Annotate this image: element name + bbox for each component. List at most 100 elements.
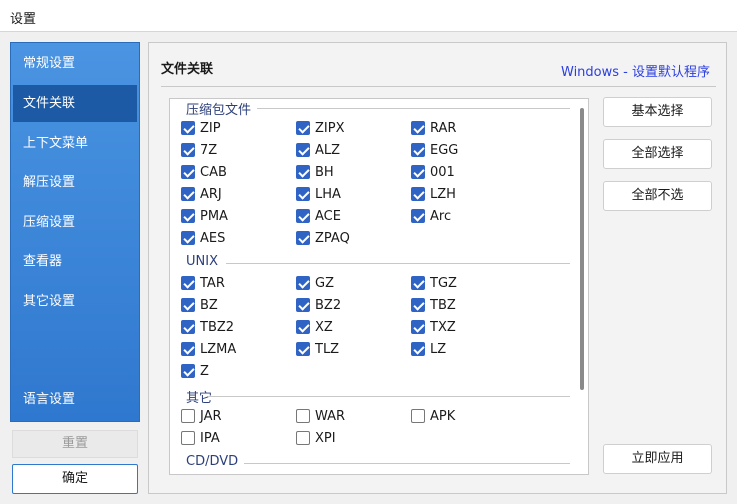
checkbox-checked-icon[interactable]: [181, 364, 195, 378]
checkbox-tbz[interactable]: TBZ: [411, 296, 456, 314]
group-divider: [208, 396, 570, 397]
checkbox-checked-icon[interactable]: [181, 276, 195, 290]
select-none-button[interactable]: 全部不选: [603, 181, 712, 211]
checkbox-bh[interactable]: BH: [296, 163, 334, 181]
checkbox-checked-icon[interactable]: [296, 121, 310, 135]
checkbox-pma[interactable]: PMA: [181, 207, 228, 225]
checkbox-xpi[interactable]: XPI: [296, 429, 336, 447]
checkbox-zip[interactable]: ZIP: [181, 119, 221, 137]
basic-select-button[interactable]: 基本选择: [603, 97, 712, 127]
checkbox-checked-icon[interactable]: [411, 187, 425, 201]
checkbox-label: 7Z: [200, 142, 218, 158]
scrollbar[interactable]: [576, 99, 588, 474]
sidebar-item-viewer[interactable]: 查看器: [13, 243, 137, 280]
checkbox-001[interactable]: 001: [411, 163, 455, 181]
sidebar-item-compress[interactable]: 压缩设置: [13, 204, 137, 241]
checkbox-label: Arc: [430, 208, 452, 224]
checkbox-checked-icon[interactable]: [411, 121, 425, 135]
checkbox-rar[interactable]: RAR: [411, 119, 456, 137]
checkbox-label: GZ: [315, 275, 334, 291]
checkbox-jar[interactable]: JAR: [181, 407, 222, 425]
sidebar-item-context-menu[interactable]: 上下文菜单: [13, 125, 137, 162]
reset-button[interactable]: 重置: [12, 430, 138, 458]
checkbox-lz[interactable]: LZ: [411, 340, 446, 358]
checkbox-label: TBZ2: [200, 319, 235, 335]
checkbox-7z[interactable]: 7Z: [181, 141, 217, 159]
checkbox-unchecked-icon[interactable]: [296, 409, 310, 423]
checkbox-checked-icon[interactable]: [181, 342, 195, 356]
checkbox-checked-icon[interactable]: [296, 187, 310, 201]
checkbox-cab[interactable]: CAB: [181, 163, 227, 181]
apply-now-button[interactable]: 立即应用: [603, 444, 712, 474]
checkbox-lzh[interactable]: LZH: [411, 185, 456, 203]
sidebar-item-other[interactable]: 其它设置: [13, 283, 137, 320]
checkbox-checked-icon[interactable]: [296, 209, 310, 223]
checkbox-war[interactable]: WAR: [296, 407, 345, 425]
ok-button[interactable]: 确定: [12, 464, 138, 494]
checkbox-aes[interactable]: AES: [181, 229, 225, 247]
checkbox-alz[interactable]: ALZ: [296, 141, 340, 159]
checkbox-checked-icon[interactable]: [296, 231, 310, 245]
checkbox-checked-icon[interactable]: [181, 143, 195, 157]
checkbox-lzma[interactable]: LZMA: [181, 340, 236, 358]
checkbox-arc[interactable]: Arc: [411, 207, 451, 225]
checkbox-unchecked-icon[interactable]: [411, 409, 425, 423]
section-title: 文件关联: [161, 62, 214, 77]
checkbox-z[interactable]: Z: [181, 362, 209, 380]
checkbox-checked-icon[interactable]: [296, 342, 310, 356]
checkbox-checked-icon[interactable]: [411, 320, 425, 334]
checkbox-zpaq[interactable]: ZPAQ: [296, 229, 350, 247]
checkbox-tlz[interactable]: TLZ: [296, 340, 339, 358]
scroll-thumb[interactable]: [580, 108, 584, 390]
checkbox-lha[interactable]: LHA: [296, 185, 341, 203]
checkbox-txz[interactable]: TXZ: [411, 318, 456, 336]
checkbox-label: 001: [430, 164, 455, 180]
checkbox-checked-icon[interactable]: [296, 143, 310, 157]
checkbox-apk[interactable]: APK: [411, 407, 455, 425]
checkbox-egg[interactable]: EGG: [411, 141, 458, 159]
sidebar-item-extract[interactable]: 解压设置: [13, 164, 137, 201]
checkbox-checked-icon[interactable]: [181, 209, 195, 223]
checkbox-label: JAR: [200, 408, 222, 424]
checkbox-label: Z: [200, 363, 209, 379]
checkbox-arj[interactable]: ARJ: [181, 185, 222, 203]
sidebar-item-file-association[interactable]: 文件关联: [13, 85, 137, 122]
checkbox-checked-icon[interactable]: [296, 165, 310, 179]
checkbox-checked-icon[interactable]: [411, 276, 425, 290]
checkbox-checked-icon[interactable]: [181, 187, 195, 201]
checkbox-unchecked-icon[interactable]: [181, 431, 195, 445]
checkbox-tgz[interactable]: TGZ: [411, 274, 457, 292]
checkbox-ipa[interactable]: IPA: [181, 429, 220, 447]
sidebar-item-general[interactable]: 常规设置: [13, 45, 137, 82]
checkbox-checked-icon[interactable]: [181, 320, 195, 334]
checkbox-gz[interactable]: GZ: [296, 274, 334, 292]
checkbox-unchecked-icon[interactable]: [296, 431, 310, 445]
checkbox-label: XZ: [315, 319, 333, 335]
sidebar-item-language[interactable]: 语言设置: [13, 381, 137, 418]
checkbox-checked-icon[interactable]: [296, 320, 310, 334]
checkbox-checked-icon[interactable]: [411, 143, 425, 157]
checkbox-label: LZH: [430, 186, 456, 202]
windows-default-programs-link[interactable]: Windows - 设置默认程序: [561, 61, 710, 80]
checkbox-zipx[interactable]: ZIPX: [296, 119, 345, 137]
checkbox-checked-icon[interactable]: [411, 298, 425, 312]
checkbox-unchecked-icon[interactable]: [181, 409, 195, 423]
checkbox-checked-icon[interactable]: [181, 121, 195, 135]
checkbox-label: IPA: [200, 430, 220, 446]
checkbox-checked-icon[interactable]: [411, 165, 425, 179]
checkbox-checked-icon[interactable]: [411, 342, 425, 356]
checkbox-tar[interactable]: TAR: [181, 274, 225, 292]
association-list[interactable]: 压缩包文件 ZIP ZIPX RAR 7Z ALZ EGG CAB BH 001 ARJ LHA LZH…: [169, 98, 589, 475]
checkbox-checked-icon[interactable]: [296, 276, 310, 290]
checkbox-checked-icon[interactable]: [296, 298, 310, 312]
checkbox-checked-icon[interactable]: [411, 209, 425, 223]
checkbox-checked-icon[interactable]: [181, 165, 195, 179]
checkbox-ace[interactable]: ACE: [296, 207, 341, 225]
checkbox-bz[interactable]: BZ: [181, 296, 218, 314]
checkbox-checked-icon[interactable]: [181, 298, 195, 312]
checkbox-bz2[interactable]: BZ2: [296, 296, 341, 314]
checkbox-xz[interactable]: XZ: [296, 318, 333, 336]
select-all-button[interactable]: 全部选择: [603, 139, 712, 169]
checkbox-checked-icon[interactable]: [181, 231, 195, 245]
checkbox-tbz2[interactable]: TBZ2: [181, 318, 234, 336]
